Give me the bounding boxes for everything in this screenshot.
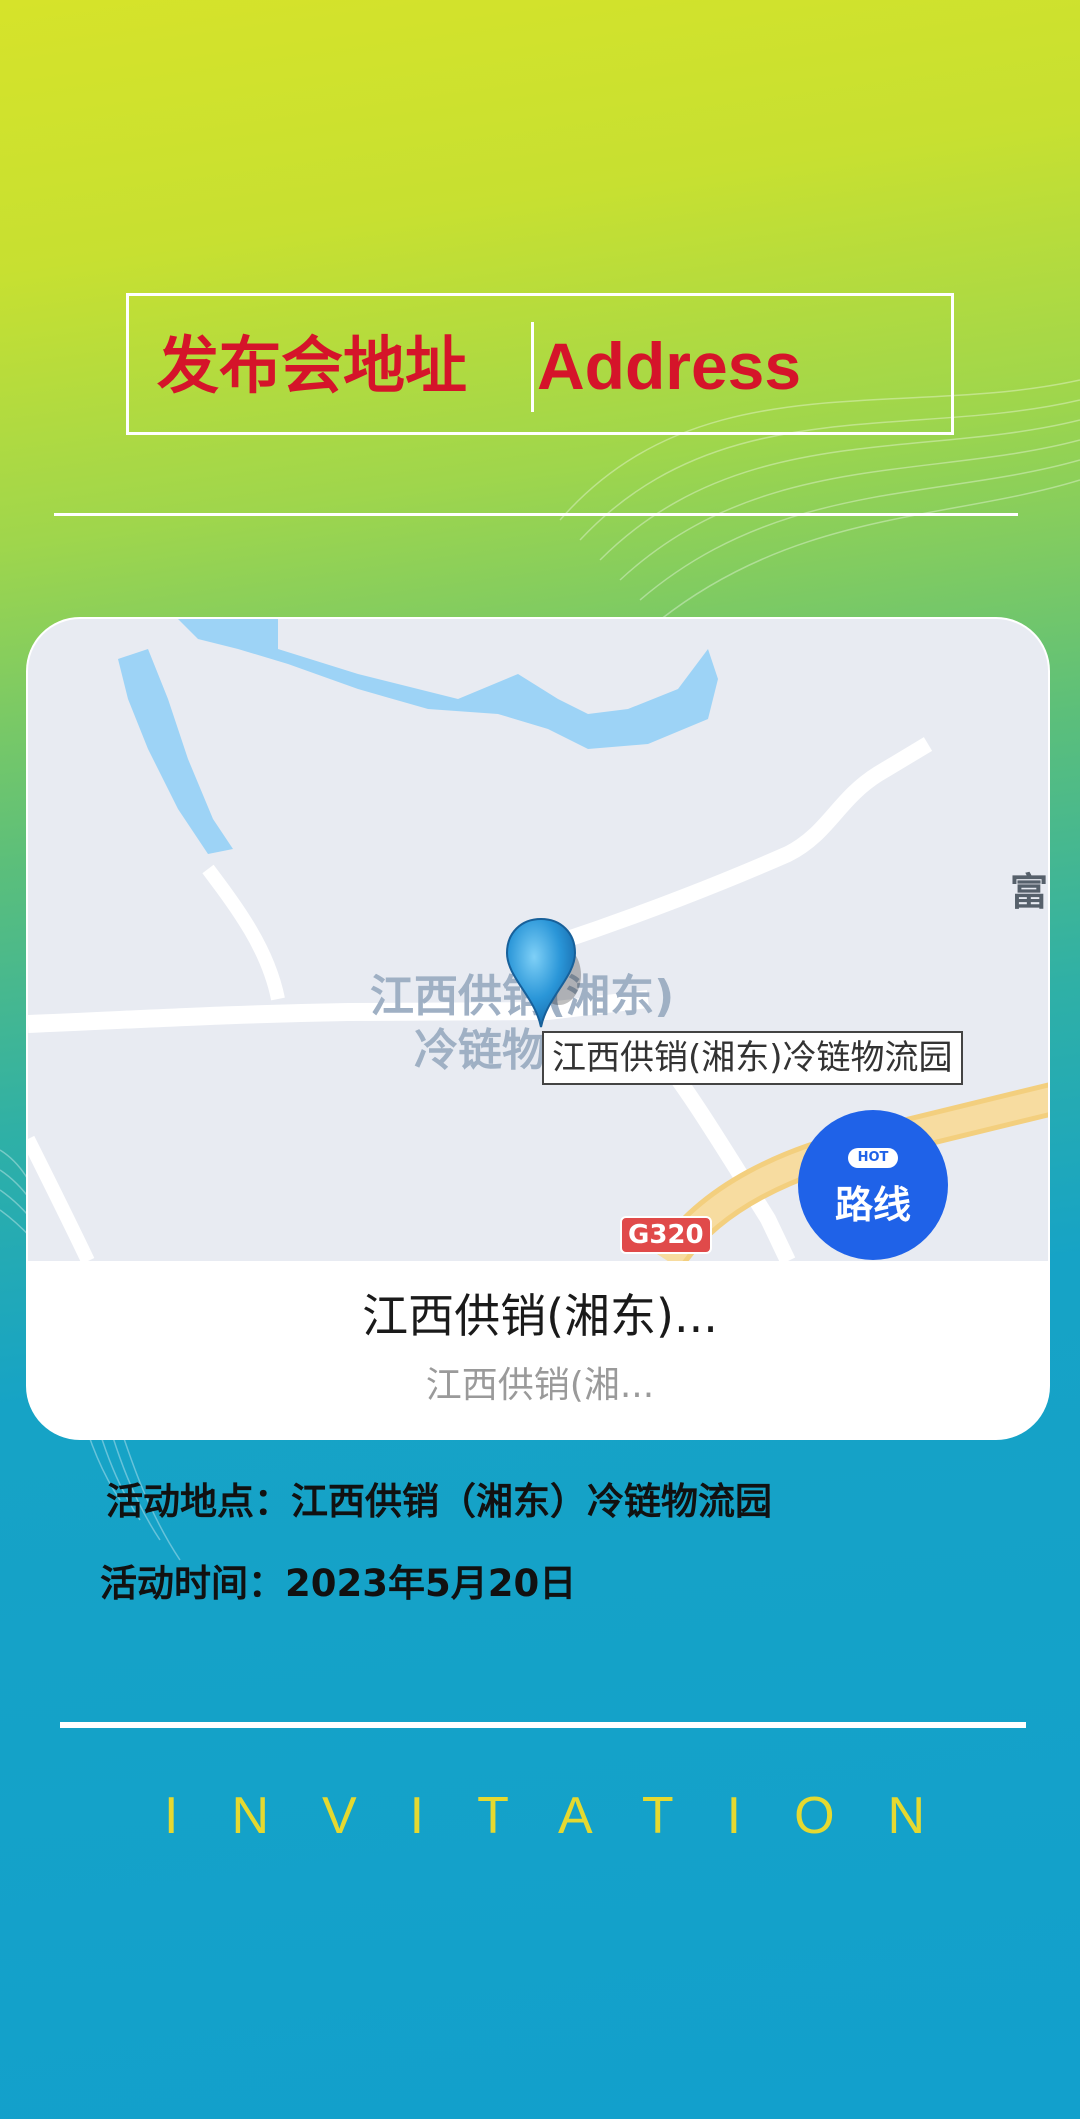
location-name[interactable]: 江西供销(湘东)...	[28, 1287, 1048, 1345]
address-title-box: 发布会地址 Address	[126, 293, 954, 435]
map-edge-label: 富	[1010, 870, 1049, 914]
divider-top	[54, 513, 1018, 516]
location-pin-icon[interactable]	[501, 915, 581, 1035]
route-button[interactable]: HOT 路线	[798, 1110, 948, 1260]
map-tooltip: 江西供销(湘东)冷链物流园	[542, 1031, 963, 1085]
map-card[interactable]: 江西供销(湘东) 冷链物 富 江西供销(湘东)冷链物流园 G320 HOT 路线…	[26, 617, 1050, 1440]
event-time: 活动时间：2023年5月20日	[100, 1562, 577, 1605]
divider-bottom	[60, 1722, 1026, 1728]
road-badge: G320	[620, 1216, 712, 1254]
title-separator	[531, 322, 534, 412]
title-english: Address	[537, 329, 802, 403]
hot-tag: HOT	[848, 1148, 898, 1168]
location-subtitle: 江西供销(湘...	[425, 1365, 655, 1406]
invitation-text: INVITATION	[164, 1787, 979, 1845]
map-view[interactable]: 江西供销(湘东) 冷链物 富 江西供销(湘东)冷链物流园 G320 HOT 路线	[28, 619, 1049, 1261]
event-venue: 活动地点：江西供销（湘东）冷链物流园	[106, 1480, 772, 1523]
route-button-label: 路线	[834, 1183, 911, 1227]
title-chinese: 发布会地址	[157, 329, 468, 402]
